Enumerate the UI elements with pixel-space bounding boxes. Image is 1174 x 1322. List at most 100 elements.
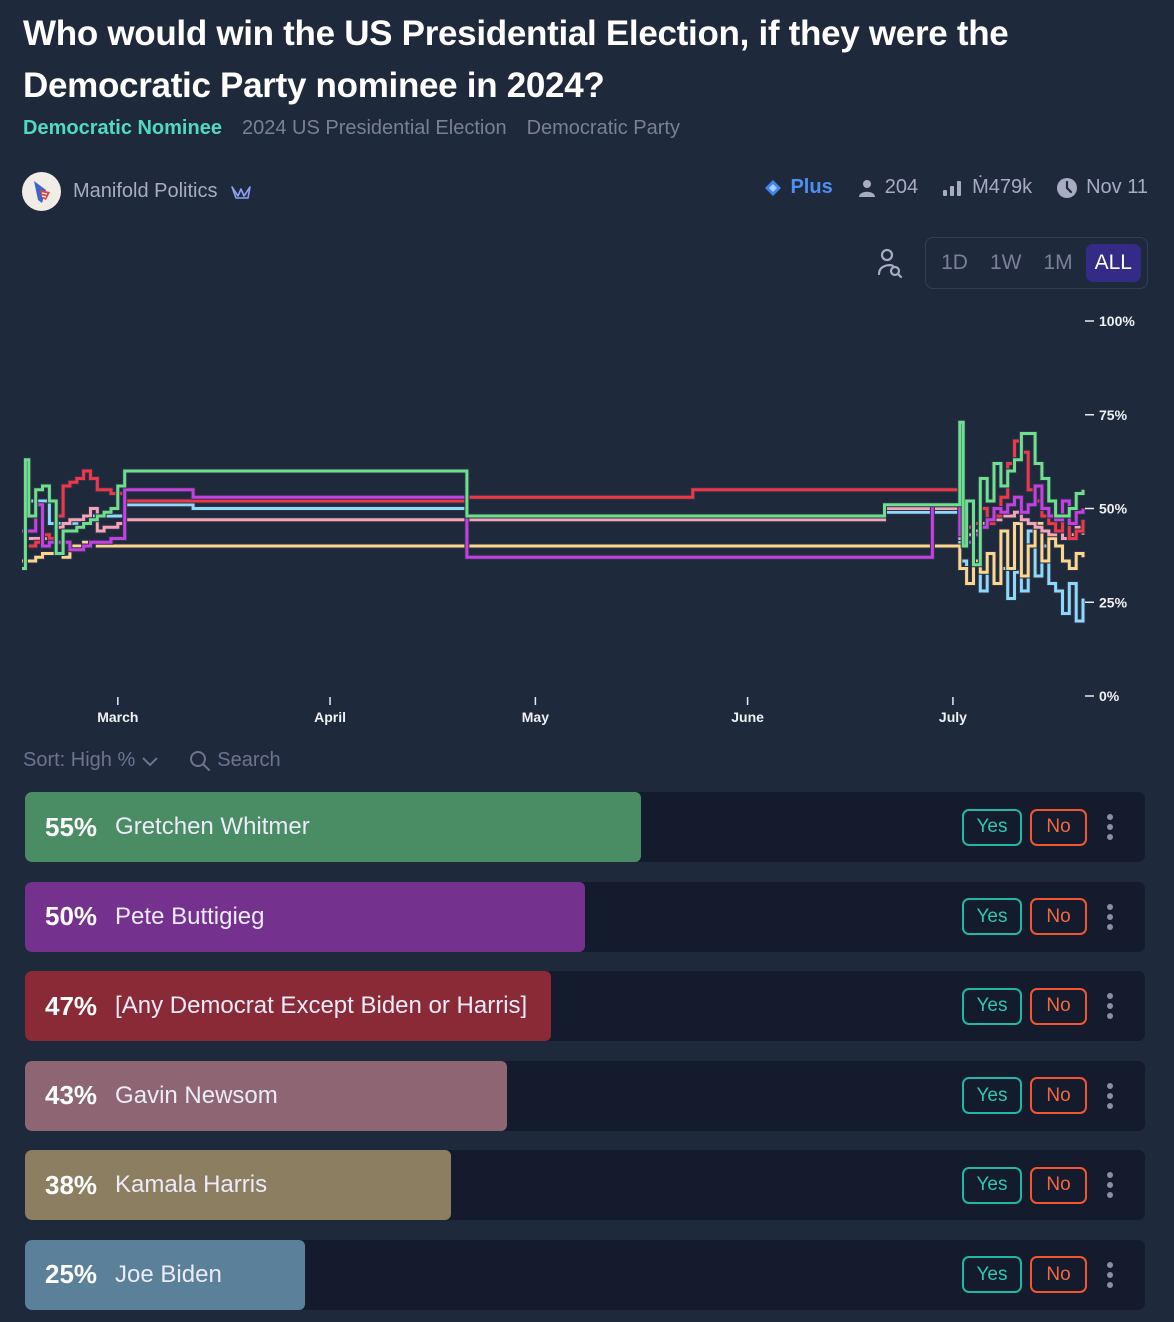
answer-content: 25% Joe Biden <box>45 1240 222 1310</box>
answer-name: [Any Democrat Except Biden or Harris] <box>115 992 528 1019</box>
answer-probability: 47% <box>45 990 98 1021</box>
search-button[interactable]: Search <box>189 749 281 772</box>
yes-button[interactable]: Yes <box>962 1077 1022 1114</box>
series-line-any-democrat-except-biden-or-harris[interactable] <box>28 439 1085 548</box>
traders-count: 204 <box>857 176 918 199</box>
answer-actions: Yes No <box>962 882 1121 952</box>
more-options-icon[interactable] <box>1099 814 1121 840</box>
yes-button[interactable]: Yes <box>962 1166 1022 1204</box>
answer-content: 38% Kamala Harris <box>45 1150 267 1220</box>
answer-probability: 55% <box>45 811 98 842</box>
range-1w-button[interactable]: 1W <box>981 244 1031 282</box>
tag-list: Democratic Nominee 2024 US Presidential … <box>23 117 680 140</box>
bar-chart-icon <box>943 180 962 196</box>
yes-button[interactable]: Yes <box>962 898 1022 935</box>
answer-probability: 43% <box>45 1080 98 1110</box>
y-tick-label: 25% <box>1099 594 1128 610</box>
probability-chart[interactable]: 100% 75% 50% 25% 0% March April May June July <box>0 300 1174 740</box>
y-tick-label: 50% <box>1099 501 1128 517</box>
answer-row[interactable]: 55% Gretchen Whitmer Yes No <box>25 792 1145 862</box>
answer-actions: Yes No <box>962 971 1121 1041</box>
answer-probability: 50% <box>45 901 98 931</box>
plus-badge[interactable]: Plus <box>764 176 833 199</box>
crane-badge-icon <box>230 185 251 199</box>
x-tick-label: June <box>731 709 764 725</box>
answer-name: Gretchen Whitmer <box>115 813 310 840</box>
no-button[interactable]: No <box>1030 1077 1087 1114</box>
clock-icon <box>1057 177 1078 198</box>
answer-name: Pete Buttigieg <box>115 902 265 930</box>
avatar[interactable] <box>22 172 61 211</box>
answers-list: 55% Gretchen Whitmer Yes No 50% Pete But… <box>25 792 1145 1322</box>
close-date-value: Nov 11 <box>1086 176 1148 198</box>
answer-row[interactable]: 47% [Any Democrat Except Biden or Harris… <box>25 971 1145 1041</box>
range-1m-button[interactable]: 1M <box>1034 244 1081 282</box>
answer-row[interactable]: 43% Gavin Newsom Yes No <box>25 1060 1145 1131</box>
y-tick-label: 75% <box>1099 407 1128 423</box>
diamond-icon <box>765 179 782 196</box>
x-tick-label: March <box>97 709 138 725</box>
answer-actions: Yes No <box>962 1061 1121 1131</box>
series-line-kamala-harris[interactable] <box>22 522 1085 585</box>
traders-value: 204 <box>884 176 919 198</box>
more-options-icon[interactable] <box>1099 903 1121 930</box>
answers-controls: Sort: High % Search <box>23 749 281 772</box>
plus-label: Plus <box>790 176 833 198</box>
creator-info[interactable]: Manifold Politics <box>22 172 252 211</box>
chart-toolbar: 1D 1W 1M ALL <box>877 237 1148 289</box>
market-stats: Plus 204 Ṁ479k Nov 11 <box>764 176 1148 199</box>
answer-probability: 25% <box>45 1259 98 1289</box>
sort-label: Sort: High % <box>23 749 136 771</box>
y-axis: 100% 75% 50% 25% 0% <box>1085 313 1135 704</box>
x-axis: March April May June July <box>97 697 967 725</box>
chevron-down-icon <box>142 756 158 766</box>
answer-content: 55% Gretchen Whitmer <box>45 792 310 862</box>
yes-button[interactable]: Yes <box>962 1256 1022 1293</box>
answer-content: 43% Gavin Newsom <box>45 1061 278 1131</box>
answer-content: 47% [Any Democrat Except Biden or Harris… <box>45 971 527 1041</box>
x-tick-label: July <box>939 709 967 725</box>
time-range-selector: 1D 1W 1M ALL <box>925 237 1148 289</box>
tag-democratic-party[interactable]: Democratic Party <box>527 117 680 140</box>
yes-button[interactable]: Yes <box>962 808 1022 846</box>
more-options-icon[interactable] <box>1099 993 1121 1019</box>
answer-actions: Yes No <box>962 792 1121 862</box>
answer-row[interactable]: 38% Kamala Harris Yes No <box>25 1150 1145 1220</box>
market-title: Who would win the US Presidential Electi… <box>23 14 1009 105</box>
no-button[interactable]: No <box>1030 898 1087 935</box>
manifold-politics-logo-icon <box>33 180 50 203</box>
y-tick-label: 100% <box>1099 313 1135 329</box>
no-button[interactable]: No <box>1030 987 1087 1025</box>
yes-button[interactable]: Yes <box>962 987 1022 1025</box>
volume-stat: Ṁ479k <box>942 176 1032 199</box>
answer-name: Joe Biden <box>115 1260 222 1288</box>
no-button[interactable]: No <box>1030 1256 1087 1293</box>
more-options-icon[interactable] <box>1099 1261 1121 1288</box>
more-options-icon[interactable] <box>1099 1172 1121 1198</box>
range-all-button[interactable]: ALL <box>1085 244 1141 282</box>
no-button[interactable]: No <box>1030 1166 1087 1204</box>
search-icon <box>190 750 211 771</box>
series-layer <box>22 419 1086 624</box>
range-1d-button[interactable]: 1D <box>932 244 977 282</box>
search-label: Search <box>217 749 281 771</box>
x-tick-label: May <box>522 709 549 725</box>
tag-democratic-nominee[interactable]: Democratic Nominee <box>23 117 222 140</box>
answer-row[interactable]: 50% Pete Buttigieg Yes No <box>25 881 1145 952</box>
no-button[interactable]: No <box>1030 808 1087 846</box>
user-icon <box>858 179 875 197</box>
series-line-shadow <box>22 521 1086 586</box>
series-line-shadow <box>28 438 1086 549</box>
answer-content: 50% Pete Buttigieg <box>45 882 264 952</box>
y-tick-label: 0% <box>1099 688 1120 704</box>
user-search-icon[interactable] <box>877 248 903 278</box>
tag-2024-election[interactable]: 2024 US Presidential Election <box>242 117 507 140</box>
x-tick-label: April <box>314 709 346 725</box>
more-options-icon[interactable] <box>1099 1082 1121 1109</box>
creator-name[interactable]: Manifold Politics <box>73 180 218 203</box>
answer-probability: 38% <box>45 1169 98 1200</box>
sort-dropdown[interactable]: Sort: High % <box>23 749 159 772</box>
close-date-stat: Nov 11 <box>1056 176 1148 199</box>
answer-row[interactable]: 25% Joe Biden Yes No <box>25 1239 1145 1310</box>
answer-actions: Yes No <box>962 1150 1121 1220</box>
